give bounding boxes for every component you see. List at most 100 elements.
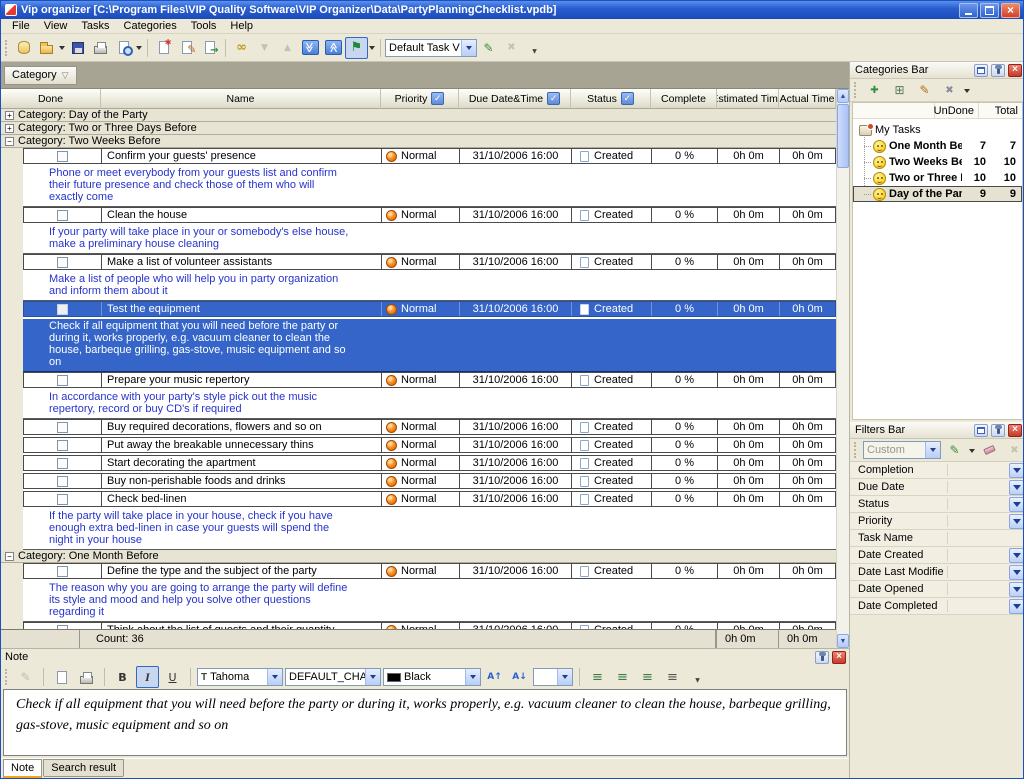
task-row[interactable]: Define the type and the subject of the p… [23, 563, 836, 579]
highlight-flag-button[interactable] [345, 37, 368, 59]
new-note-button[interactable] [50, 666, 73, 688]
filter-row-status[interactable]: Status [850, 496, 1023, 513]
task-checkbox[interactable] [57, 151, 68, 162]
task-row[interactable]: Clean the houseNormal31/10/2006 16:00Cre… [23, 207, 836, 223]
column-header-priority[interactable]: Priority✓ [381, 89, 459, 109]
delete-category-button[interactable] [938, 79, 961, 101]
pin-button[interactable] [991, 424, 1005, 437]
category-row[interactable]: +Category: Two or Three Days Before [1, 122, 836, 135]
column-header-name[interactable]: Name [101, 89, 381, 109]
apply-filter-button[interactable] [943, 439, 966, 461]
task-checkbox[interactable] [57, 566, 68, 577]
chevron-down-icon[interactable] [1009, 599, 1023, 614]
task-checkbox[interactable] [57, 257, 68, 268]
clear-filter-button[interactable] [978, 439, 1001, 461]
grid-scrollbar[interactable]: ▲ ▼ [836, 89, 849, 648]
category-tree-item-two-or-three-d[interactable]: Two or Three D.1010 [853, 170, 1022, 186]
filter-row-completion[interactable]: Completion [850, 462, 1023, 479]
task-row[interactable]: Check bed-linenNormal31/10/2006 16:00Cre… [23, 491, 836, 507]
apply-view-button[interactable] [477, 37, 500, 59]
task-row[interactable]: Buy required decorations, flowers and so… [23, 419, 836, 435]
task-row[interactable]: Buy non-perishable foods and drinksNorma… [23, 473, 836, 489]
chevron-down-icon[interactable] [267, 669, 282, 685]
categories-column-total[interactable]: Total [978, 103, 1022, 118]
chevron-down-icon[interactable] [1009, 565, 1023, 580]
note-close-button[interactable] [832, 651, 846, 664]
filter-check-icon[interactable]: ✓ [431, 92, 444, 105]
font-color-combo[interactable]: Black [383, 668, 481, 686]
expand-collapse-icon[interactable]: − [5, 552, 14, 561]
task-row[interactable]: Think about the list of guests and their… [23, 622, 836, 629]
font-grow-button[interactable] [483, 666, 506, 688]
menu-item-tasks[interactable]: Tasks [74, 20, 116, 32]
float-button[interactable] [974, 64, 988, 77]
minimize-button[interactable] [959, 3, 978, 18]
category-row[interactable]: +Category: Day of the Party [1, 109, 836, 122]
chevron-down-icon[interactable] [465, 669, 480, 685]
menu-item-categories[interactable]: Categories [117, 20, 184, 32]
task-note-row[interactable]: Check if all equipment that you will nee… [23, 319, 836, 372]
menu-item-help[interactable]: Help [223, 20, 260, 32]
category-tree-item-two-weeks-bef[interactable]: Two Weeks Bef1010 [853, 154, 1022, 170]
chevron-down-icon[interactable] [557, 669, 572, 685]
chevron-down-icon[interactable] [1009, 463, 1023, 478]
add-subcategory-button[interactable] [888, 79, 911, 101]
align-right-button[interactable] [636, 666, 659, 688]
filter-check-icon[interactable]: ✓ [621, 92, 634, 105]
expand-collapse-icon[interactable]: + [5, 111, 14, 120]
add-category-button[interactable] [863, 79, 886, 101]
filter-row-task-name[interactable]: Task Name [850, 530, 1023, 547]
task-note-row[interactable]: If the party will take place in your hou… [23, 509, 836, 550]
empty-combo[interactable] [533, 668, 573, 686]
toolbar-overflow-button[interactable] [686, 666, 709, 688]
restore-button[interactable] [980, 3, 999, 18]
italic-button[interactable] [136, 666, 159, 688]
underline-button[interactable] [161, 666, 184, 688]
categories-close-button[interactable] [1008, 64, 1022, 77]
edit-task-button[interactable] [175, 37, 198, 59]
apply-filter-dropdown[interactable] [968, 445, 976, 456]
align-left-button[interactable] [586, 666, 609, 688]
toolbar-overflow-button[interactable] [523, 37, 546, 59]
menu-item-tools[interactable]: Tools [184, 20, 224, 32]
expand-all-button[interactable] [299, 37, 322, 59]
menu-item-file[interactable]: File [5, 20, 37, 32]
print-preview-button[interactable] [112, 37, 135, 59]
pin-button[interactable] [991, 64, 1005, 77]
column-header-complete[interactable]: Complete [651, 89, 717, 109]
close-button[interactable] [1001, 3, 1020, 18]
open-database-dropdown[interactable] [58, 42, 66, 53]
task-checkbox[interactable] [57, 494, 68, 505]
task-note-row[interactable]: Phone or meet everybody from your guests… [23, 166, 836, 207]
task-row[interactable]: Prepare your music repertoryNormal31/10/… [23, 372, 836, 388]
task-checkbox[interactable] [57, 625, 68, 630]
print-preview-dropdown[interactable] [135, 42, 143, 53]
task-note-row[interactable]: Make a list of people who will help you … [23, 272, 836, 301]
category-tree-item-my-tasks[interactable]: My Tasks [853, 122, 1022, 138]
chevron-down-icon[interactable] [1009, 548, 1023, 563]
expand-collapse-icon[interactable]: − [5, 137, 14, 146]
filter-row-due-date[interactable]: Due Date [850, 479, 1023, 496]
chevron-down-icon[interactable] [1009, 582, 1023, 597]
chevron-down-icon[interactable] [1009, 514, 1023, 529]
menu-item-view[interactable]: View [37, 20, 75, 32]
group-by-category-button[interactable]: Category ▽ [4, 66, 77, 85]
expand-collapse-icon[interactable]: + [5, 124, 14, 133]
scroll-thumb[interactable] [837, 104, 849, 168]
task-row[interactable]: Make a list of volunteer assistantsNorma… [23, 254, 836, 270]
view-notes-button[interactable] [230, 37, 253, 59]
collapse-all-button[interactable] [322, 37, 345, 59]
print-note-button[interactable] [75, 666, 98, 688]
scroll-up-icon[interactable]: ▲ [837, 89, 849, 103]
category-row[interactable]: −Category: One Month Before [1, 550, 836, 563]
new-task-button[interactable] [152, 37, 175, 59]
float-button[interactable] [974, 424, 988, 437]
task-note-row[interactable]: In accordance with your party's style pi… [23, 390, 836, 419]
category-row[interactable]: −Category: Two Weeks Before [1, 135, 836, 148]
task-row[interactable]: Test the equipmentNormal31/10/2006 16:00… [23, 301, 836, 317]
column-header-estimated-time[interactable]: Estimated Time [717, 89, 779, 109]
chevron-down-icon[interactable] [461, 40, 476, 56]
task-note-row[interactable]: If your party will take place in your or… [23, 225, 836, 254]
filters-close-button[interactable] [1008, 424, 1022, 437]
task-checkbox[interactable] [57, 458, 68, 469]
